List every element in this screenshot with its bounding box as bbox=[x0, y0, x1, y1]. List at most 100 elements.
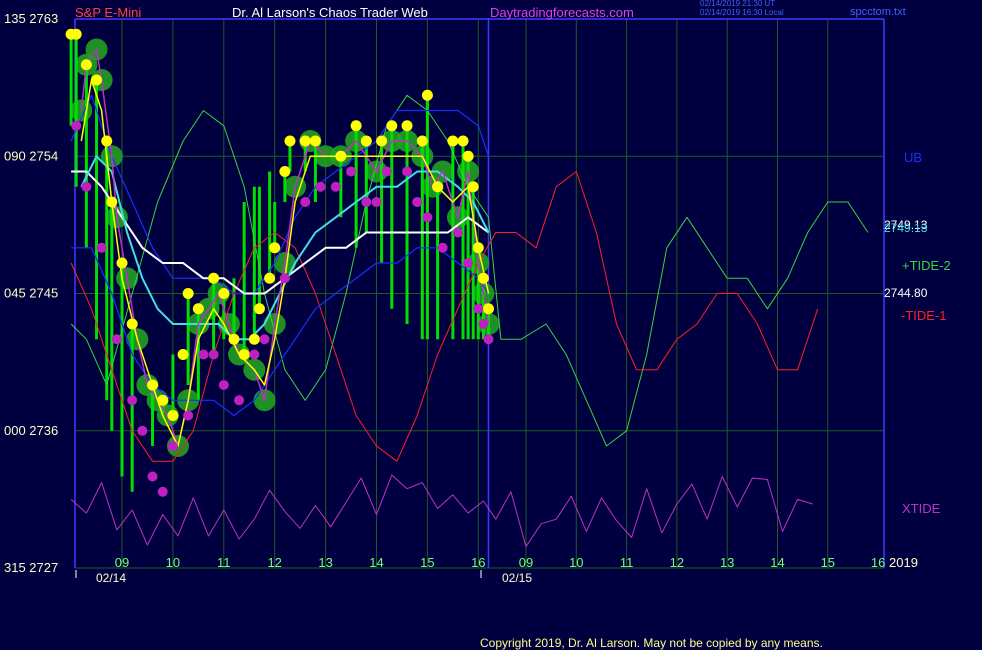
low-point bbox=[330, 181, 341, 192]
low-point bbox=[315, 181, 326, 192]
low-point bbox=[402, 166, 413, 177]
high-point bbox=[167, 410, 179, 421]
hour-tick-label: 14 bbox=[770, 555, 784, 570]
high-point bbox=[106, 196, 118, 208]
high-point bbox=[350, 120, 362, 132]
high-point bbox=[269, 242, 281, 254]
high-point bbox=[192, 303, 204, 315]
low-point bbox=[473, 303, 484, 314]
low-point bbox=[218, 380, 229, 390]
low-point bbox=[361, 197, 372, 207]
symbol-label: S&P E-Mini bbox=[75, 5, 142, 20]
low-point bbox=[346, 166, 357, 177]
high-point bbox=[177, 349, 189, 360]
price-tick-left: 315 2727 bbox=[4, 560, 58, 575]
price-tick-left: 135 2763 bbox=[4, 11, 58, 26]
high-point bbox=[472, 242, 484, 254]
high-point bbox=[228, 333, 240, 345]
high-point bbox=[264, 272, 276, 284]
hour-tick-label: 15 bbox=[420, 555, 434, 570]
price-chart: 135 2763 090 2754 045 2745 000 2736 315 2727… bbox=[0, 0, 982, 650]
low-point bbox=[279, 273, 290, 284]
high-point bbox=[421, 89, 433, 101]
low-point bbox=[452, 227, 463, 238]
low-point bbox=[127, 395, 138, 406]
high-point bbox=[432, 181, 444, 193]
high-point bbox=[284, 135, 296, 147]
ub-label: UB bbox=[904, 150, 923, 165]
data-file-label: spcctom.txt bbox=[850, 6, 906, 18]
low-point bbox=[259, 334, 270, 345]
high-point bbox=[447, 135, 459, 147]
hour-tick-label: 12 bbox=[267, 555, 281, 570]
site-link[interactable]: Daytradingforecasts.com bbox=[490, 6, 634, 19]
low-point bbox=[478, 319, 489, 329]
low-point bbox=[137, 425, 148, 436]
low-point bbox=[96, 242, 107, 253]
high-point bbox=[376, 135, 388, 147]
xtide-label: XTIDE bbox=[902, 501, 941, 516]
hour-tick-label: 12 bbox=[670, 555, 684, 570]
high-point bbox=[101, 135, 113, 147]
high-point bbox=[147, 379, 159, 391]
hour-tick-label: 14 bbox=[369, 555, 383, 570]
hour-tick-label: 10 bbox=[166, 555, 180, 570]
tide2-label: +TIDE-2 bbox=[902, 258, 951, 273]
chart-title: Dr. Al Larson's Chaos Trader Web bbox=[232, 5, 428, 20]
high-point bbox=[91, 74, 103, 86]
high-point bbox=[360, 135, 372, 147]
hour-tick-label: 13 bbox=[720, 555, 734, 570]
low-point bbox=[208, 349, 219, 360]
high-point bbox=[299, 135, 311, 147]
price-tick-left: 045 2745 bbox=[4, 286, 58, 301]
low-point bbox=[111, 334, 122, 345]
low-point bbox=[81, 181, 92, 192]
low-point bbox=[437, 242, 448, 253]
low-point bbox=[183, 410, 194, 421]
hour-tick-label: 16 bbox=[471, 555, 485, 570]
high-point bbox=[401, 120, 413, 132]
low-point bbox=[463, 258, 474, 268]
year-label: 2019 bbox=[889, 555, 918, 570]
high-point bbox=[335, 150, 347, 162]
hour-tick-label: 10 bbox=[569, 555, 583, 570]
timestamp-local: 02/14/2019 16:30 Local bbox=[700, 8, 784, 17]
timestamp-ut: 02/14/2019 21:30 UT bbox=[700, 0, 776, 8]
low-point bbox=[412, 197, 423, 207]
high-point bbox=[482, 303, 494, 315]
high-point bbox=[70, 28, 82, 40]
high-point bbox=[157, 394, 169, 406]
high-point bbox=[182, 288, 194, 299]
hour-tick-label: 13 bbox=[318, 555, 332, 570]
high-point bbox=[208, 272, 220, 284]
hour-tick-label: 11 bbox=[620, 555, 634, 570]
high-point bbox=[457, 135, 469, 147]
high-point bbox=[248, 333, 260, 345]
hour-tick-label: 16 bbox=[871, 555, 885, 570]
high-point bbox=[253, 303, 265, 315]
high-point bbox=[238, 349, 250, 360]
low-point bbox=[167, 441, 178, 451]
low-point bbox=[381, 166, 392, 177]
date-label: 02/14 bbox=[96, 571, 126, 585]
high-point bbox=[80, 59, 92, 71]
low-point bbox=[422, 212, 433, 223]
low-point bbox=[157, 486, 168, 497]
hour-tick-label: 09 bbox=[115, 555, 129, 570]
low-point bbox=[371, 197, 382, 207]
hour-tick-label: 15 bbox=[821, 555, 835, 570]
high-point bbox=[386, 120, 398, 132]
low-point bbox=[198, 349, 209, 360]
high-point bbox=[309, 135, 321, 147]
date-label: 02/15 bbox=[502, 571, 532, 585]
price-tick-left: 000 2736 bbox=[4, 423, 58, 438]
price-tick-left: 090 2754 bbox=[4, 148, 58, 163]
high-point bbox=[126, 318, 138, 330]
tide1-label: -TIDE-1 bbox=[901, 308, 947, 323]
hour-tick-label: 11 bbox=[217, 555, 231, 570]
high-point bbox=[218, 288, 230, 299]
last-value-2: 2749.13 bbox=[884, 221, 928, 235]
copyright: Copyright 2019, Dr. Al Larson. May not b… bbox=[480, 636, 823, 650]
low-point bbox=[249, 349, 260, 360]
low-point bbox=[483, 334, 494, 345]
